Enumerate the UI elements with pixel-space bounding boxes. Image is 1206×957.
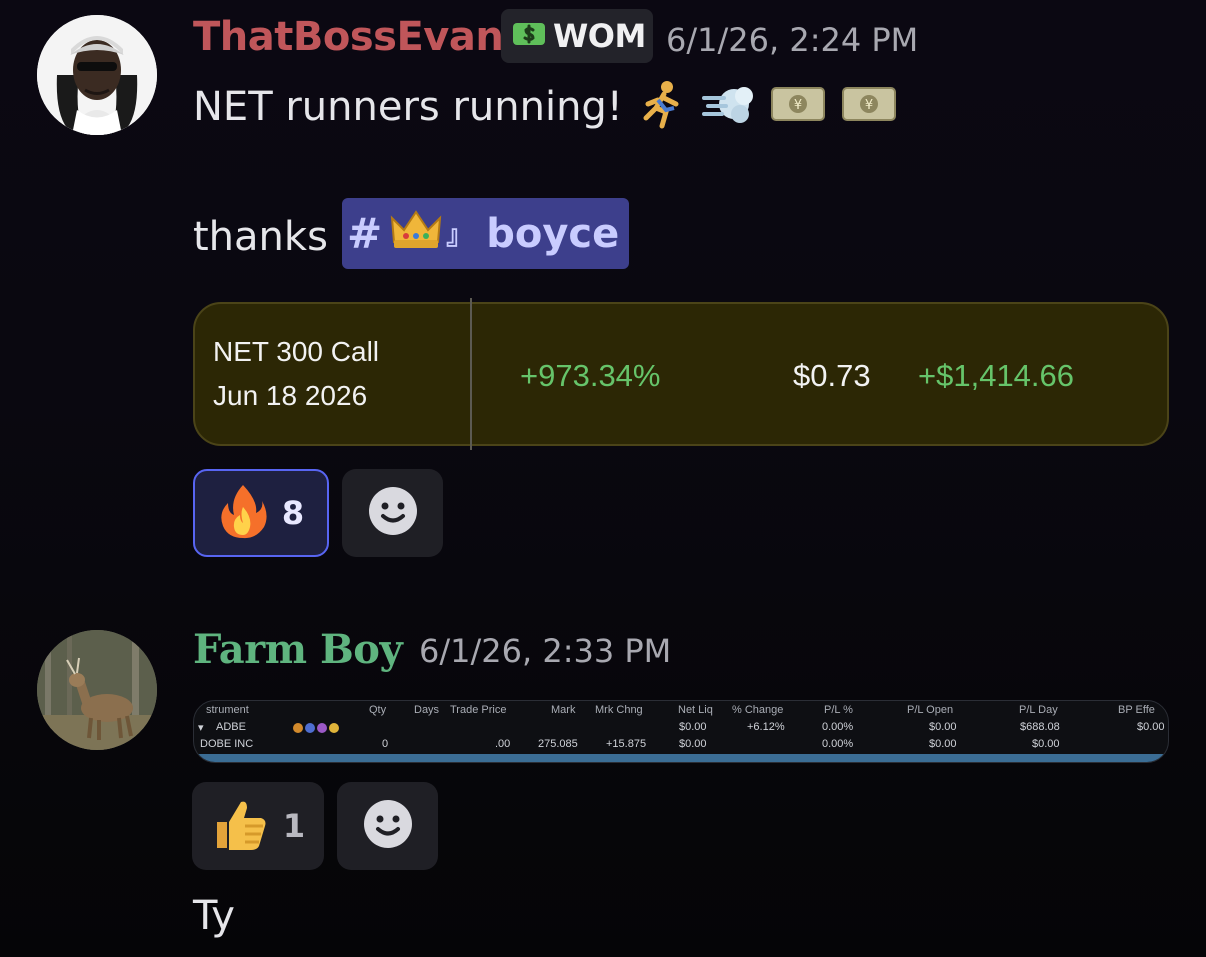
crown-emoji [388, 206, 444, 262]
thumbs-up-icon [211, 796, 269, 856]
message-line-1: NET runners running! [193, 84, 623, 130]
mention-label: boyce [486, 210, 620, 257]
table-header: strument [206, 704, 249, 716]
table-row-selected [194, 754, 1168, 762]
tag-dots-icon [292, 722, 344, 737]
percent-change: +973.34% [520, 358, 661, 393]
table-header: Net Liq [678, 704, 713, 716]
reaction-count: 1 [282, 807, 306, 845]
table-cell: $0.00 [679, 721, 707, 733]
add-reaction-button[interactable] [342, 469, 443, 557]
table-cell: 0.00% [822, 738, 854, 750]
reaction-count: 8 [281, 494, 305, 532]
table-cell: ADBE [216, 721, 246, 733]
table-row: ▾ ADBE $0.00 +6.12% 0.00% $0.00 $688.08 … [194, 721, 1168, 738]
table-header: Days [414, 704, 440, 716]
corner-bracket-glyph: 』 [446, 221, 473, 251]
svg-text:¥: ¥ [794, 98, 802, 113]
image-attachment[interactable]: strument Qty Days Trade Price Mark Mrk C… [193, 700, 1169, 763]
expand-caret-icon: ▾ [198, 722, 204, 734]
channel-mention[interactable]: # 』 boyce [342, 198, 629, 269]
table-cell: DOBE INC [200, 738, 254, 750]
dash-emoji [700, 78, 756, 140]
table-cell: $0.00 [1137, 721, 1165, 733]
table-header: Trade Price [450, 704, 507, 716]
table-cell: 275.085 [538, 738, 578, 750]
table-header: P/L % [824, 704, 853, 716]
table-header: P/L Day [1019, 704, 1058, 716]
table-header: P/L Open [907, 704, 954, 716]
add-reaction-button[interactable] [337, 782, 438, 870]
role-tag-label: WOM [553, 17, 646, 55]
avatar-farm-boy[interactable] [37, 630, 157, 750]
option-expiry: Jun 18 2026 [213, 380, 368, 411]
table-cell: $0.00 [929, 721, 957, 733]
option-contract: NET 300 Call [213, 336, 380, 367]
table-header: % Change [732, 704, 784, 716]
profit-loss: +$1,414.66 [918, 358, 1075, 393]
message-line-2: thanks [193, 214, 328, 260]
table-cell: 0 [382, 738, 389, 750]
table-cell: $0.00 [679, 738, 707, 750]
table-cell: 0.00% [822, 721, 854, 733]
table-cell: $0.00 [929, 738, 957, 750]
timestamp[interactable]: 6/1/26, 2:33 PM [419, 632, 671, 670]
yen-banknote-emoji: ¥ [769, 82, 827, 136]
message-text: Ty [193, 893, 235, 939]
table-row: DOBE INC 0 .00 275.085 +15.875 $0.00 0.0… [194, 738, 1168, 755]
trade-card-divider [470, 298, 472, 450]
reaction-fire[interactable]: 8 [193, 469, 329, 557]
add-reaction-icon [362, 798, 414, 854]
yen-banknote-emoji: ¥ [840, 82, 898, 136]
table-header-row: strument Qty Days Trade Price Mark Mrk C… [194, 704, 1168, 721]
table-cell: $0.00 [1032, 738, 1060, 750]
mark-price: $0.73 [793, 358, 871, 393]
table-header: Qty [369, 704, 387, 716]
table-cell: $688.08 [1020, 721, 1060, 733]
role-tag[interactable]: WOM [501, 9, 653, 63]
svg-text:¥: ¥ [865, 98, 873, 113]
table-header: Mrk Chng [595, 704, 643, 716]
table-cell: .00 [495, 738, 511, 750]
author-name[interactable]: Farm Boy [193, 626, 403, 673]
add-reaction-icon [367, 485, 419, 541]
table-header: Mark [551, 704, 576, 716]
avatar-thatbossevan[interactable] [37, 15, 157, 135]
runner-emoji [636, 78, 688, 140]
money-icon [511, 19, 547, 53]
table-cell: +6.12% [747, 721, 785, 733]
hash-icon: # [347, 209, 383, 258]
fire-icon [218, 483, 268, 543]
reaction-thumbs-up[interactable]: 1 [192, 782, 324, 870]
table-cell: +15.875 [606, 738, 647, 750]
author-name[interactable]: ThatBossEvan [193, 14, 504, 60]
table-header: BP Effe [1118, 704, 1155, 716]
message-text: NET runners running! ¥ ¥ [193, 78, 898, 140]
timestamp[interactable]: 6/1/26, 2:24 PM [666, 21, 918, 59]
